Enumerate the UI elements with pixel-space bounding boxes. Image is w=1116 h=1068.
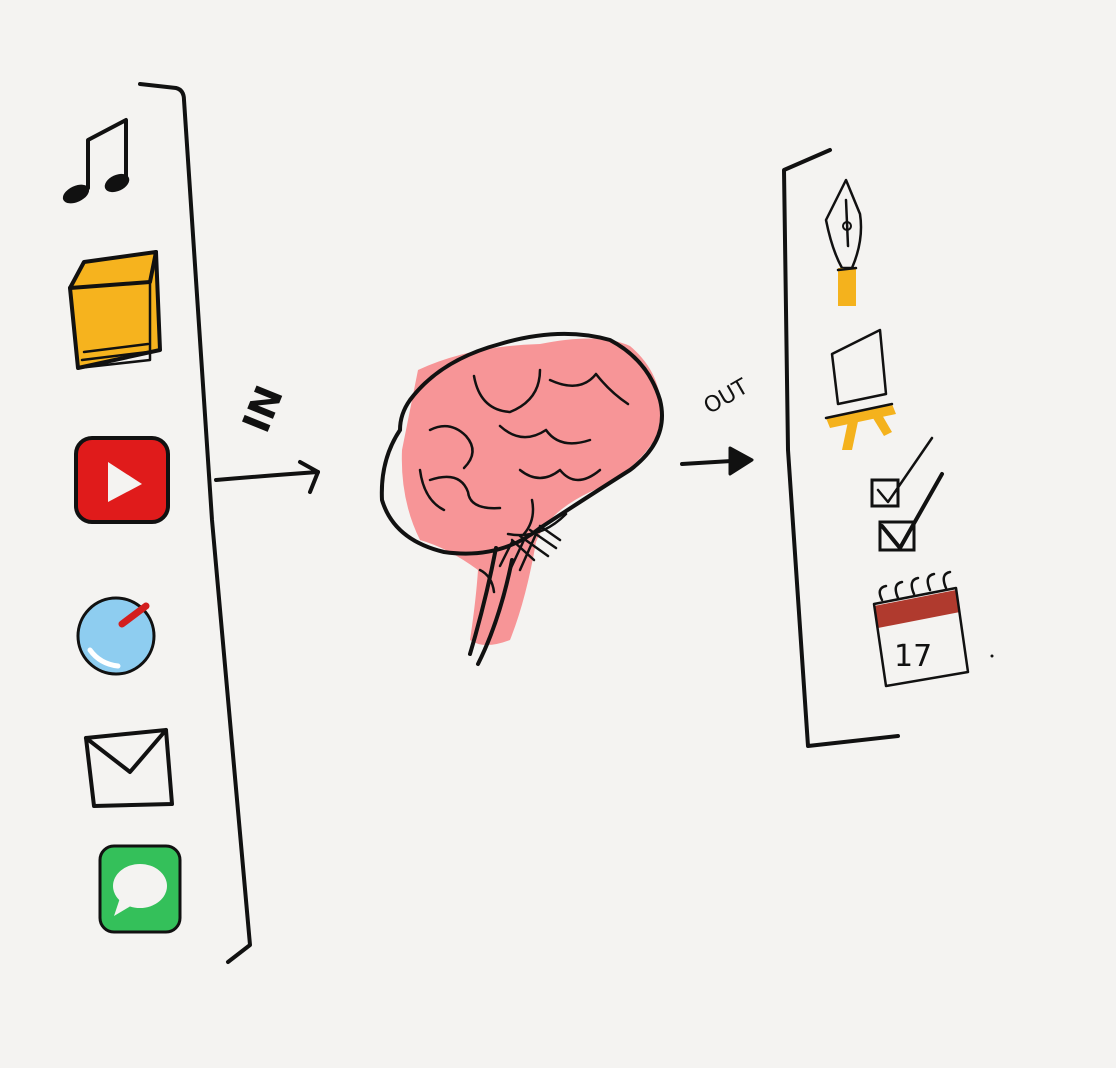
out-arrow [680, 446, 754, 476]
youtube-play-icon [74, 436, 170, 524]
mail-envelope-icon [84, 728, 174, 808]
book-icon [68, 250, 162, 370]
calendar-day-label: 17 [894, 639, 932, 674]
in-arrow [214, 460, 320, 494]
sketch-canvas: IN OUT 17 [62, 82, 994, 964]
music-note-icon [62, 118, 130, 204]
calendar-icon: 17 [872, 570, 994, 688]
checklist-icon [870, 436, 944, 552]
brain-icon [379, 331, 664, 666]
easel-icon [824, 328, 896, 450]
safari-compass-icon [76, 596, 156, 676]
messages-bubble-icon [98, 844, 182, 934]
fountain-pen-icon [824, 178, 863, 306]
in-label: IN [234, 379, 292, 438]
out-label: OUT [700, 374, 754, 419]
